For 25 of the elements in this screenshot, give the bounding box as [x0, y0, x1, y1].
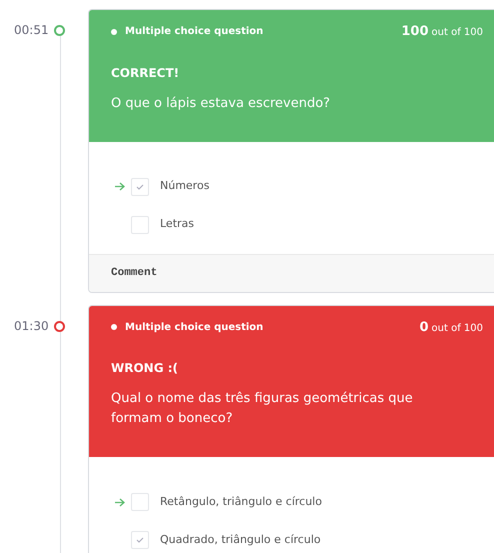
verdict: CORRECT!: [111, 64, 180, 82]
option-label: Retângulo, triângulo e círculo: [160, 494, 322, 510]
question-text: Qual o nome das três figuras geométricas que formam o boneco?: [111, 390, 414, 428]
score-total: out of 100: [432, 322, 483, 336]
option-label: Quadrado, triângulo e círculo: [160, 532, 321, 548]
checkbox[interactable]: [131, 178, 149, 196]
option-label: Letras: [160, 216, 194, 232]
score: 100: [401, 23, 429, 41]
checkbox[interactable]: [131, 493, 149, 511]
score-total: out of 100: [432, 26, 483, 40]
comment-bar[interactable]: Comment: [89, 254, 494, 292]
check-icon: [136, 184, 144, 190]
bullet-icon: [111, 324, 117, 330]
checkbox[interactable]: [131, 216, 149, 234]
timestamp: 01:30: [14, 318, 46, 334]
question-type: Multiple choice question: [125, 320, 264, 335]
question-text: O que o lápis estava escrevendo?: [111, 94, 332, 112]
option-label: Números: [160, 178, 210, 194]
timestamp: 00:51: [14, 22, 46, 39]
bullet-icon: [111, 28, 117, 35]
check-icon: [136, 537, 144, 543]
score: 0: [419, 318, 429, 336]
checkbox[interactable]: [131, 531, 149, 549]
question-type: Multiple choice question: [125, 25, 264, 40]
verdict: WRONG :(: [111, 360, 180, 377]
